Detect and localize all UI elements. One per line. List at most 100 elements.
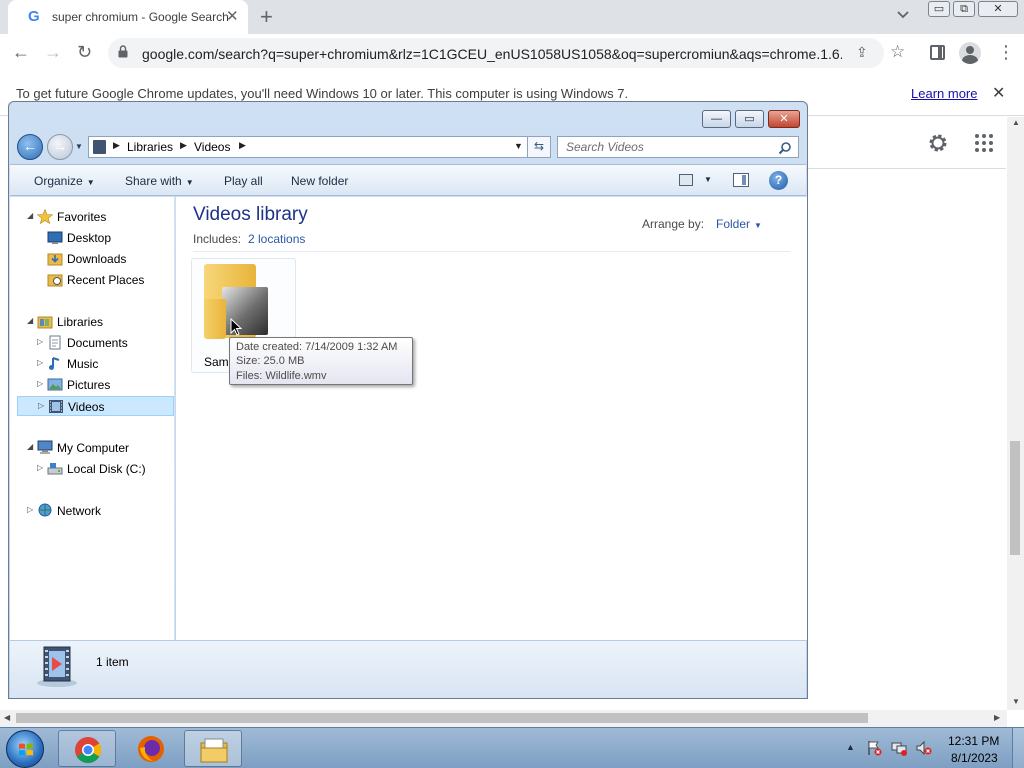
explorer-minimize-button[interactable]: — bbox=[702, 110, 731, 128]
learn-more-link[interactable]: Learn more bbox=[911, 86, 977, 101]
back-arrow-icon[interactable]: ← bbox=[12, 43, 30, 61]
start-button[interactable] bbox=[6, 730, 44, 768]
search-icon[interactable] bbox=[778, 141, 792, 155]
explorer-close-button[interactable]: ✕ bbox=[768, 110, 800, 128]
restore-window-button[interactable]: ⧉ bbox=[953, 1, 975, 17]
scroll-down-icon[interactable]: ▼ bbox=[1012, 697, 1020, 706]
explorer-title-bar[interactable]: — ▭ ✕ bbox=[9, 102, 807, 134]
play-all-button[interactable]: Play all bbox=[224, 174, 263, 188]
scroll-up-icon[interactable]: ▲ bbox=[1012, 118, 1020, 127]
nav-item-videos[interactable]: ▷ Videos bbox=[17, 396, 174, 416]
settings-gear-icon[interactable] bbox=[926, 131, 950, 155]
taskbar-clock-date[interactable]: 8/1/2023 bbox=[951, 751, 998, 765]
expand-arrow-icon[interactable]: ▷ bbox=[38, 401, 44, 410]
browser-tab[interactable]: G super chromium - Google Search ✕ bbox=[8, 0, 248, 34]
explorer-forward-button[interactable]: → bbox=[47, 134, 73, 160]
share-with-menu[interactable]: Share with ▼ bbox=[125, 174, 194, 188]
nav-item-music[interactable]: ▷ Music bbox=[10, 354, 175, 374]
tab-search-chevron-icon[interactable] bbox=[897, 9, 909, 21]
recent-pages-chevron-icon[interactable]: ▼ bbox=[75, 142, 83, 151]
details-pane: 1 item bbox=[10, 640, 806, 698]
breadcrumb-libraries[interactable]: Libraries bbox=[127, 140, 173, 154]
scroll-left-icon[interactable]: ◀ bbox=[4, 713, 10, 722]
taskbar-explorer-button[interactable] bbox=[184, 730, 242, 767]
address-bar[interactable]: google.com/search?q=super+chromium&rlz=1… bbox=[108, 38, 884, 68]
infobar-close-icon[interactable]: ✕ bbox=[992, 83, 1005, 103]
nav-item-libraries[interactable]: ◢ Libraries bbox=[10, 312, 175, 332]
expand-arrow-icon[interactable]: ▷ bbox=[37, 463, 43, 472]
scroll-right-icon[interactable]: ▶ bbox=[994, 713, 1000, 722]
volume-muted-icon[interactable] bbox=[916, 740, 932, 756]
window-controls: ▭ ⧉ ✕ bbox=[928, 0, 1020, 18]
hard-drive-icon bbox=[47, 461, 63, 476]
nav-item-recent-places[interactable]: Recent Places bbox=[10, 270, 175, 290]
nav-item-network[interactable]: ▷ Network bbox=[10, 501, 175, 521]
action-center-flag-icon[interactable] bbox=[866, 740, 882, 756]
nav-item-my-computer[interactable]: ◢ My Computer bbox=[10, 438, 175, 458]
collapse-arrow-icon[interactable]: ◢ bbox=[27, 442, 33, 451]
libraries-icon bbox=[37, 314, 53, 329]
nav-item-local-disk[interactable]: ▷ Local Disk (C:) bbox=[10, 459, 175, 479]
dropdown-arrow-icon: ▼ bbox=[86, 178, 95, 187]
explorer-address-bar[interactable]: ▶ Libraries ▶ Videos ▶ ▼ bbox=[88, 136, 551, 158]
taskbar-chrome-button[interactable] bbox=[58, 730, 116, 767]
expand-arrow-icon[interactable]: ▷ bbox=[37, 379, 43, 388]
show-hidden-icons-arrow-icon[interactable]: ▲ bbox=[846, 742, 855, 752]
page-horizontal-scrollbar[interactable]: ◀ ▶ bbox=[0, 710, 1007, 727]
forward-arrow-icon[interactable]: → bbox=[44, 43, 62, 61]
nav-item-downloads[interactable]: Downloads bbox=[10, 249, 175, 269]
new-tab-button[interactable]: + bbox=[260, 4, 273, 30]
infobar-message: To get future Google Chrome updates, you… bbox=[16, 86, 629, 101]
organize-menu[interactable]: Organize ▼ bbox=[34, 174, 95, 188]
share-icon[interactable]: ⇪ bbox=[856, 44, 868, 61]
view-options-chevron-icon[interactable]: ▼ bbox=[704, 175, 712, 184]
minimize-icon: ▭ bbox=[933, 3, 945, 15]
explorer-refresh-button[interactable]: ⇆ bbox=[527, 136, 551, 158]
nav-item-desktop[interactable]: Desktop bbox=[10, 228, 175, 248]
change-view-icon[interactable] bbox=[679, 174, 693, 186]
expand-arrow-icon[interactable]: ▷ bbox=[37, 337, 43, 346]
side-panel-icon[interactable] bbox=[930, 45, 945, 60]
collapse-arrow-icon[interactable]: ◢ bbox=[27, 316, 33, 325]
nav-item-favorites[interactable]: ◢ Favorites bbox=[10, 207, 175, 227]
breadcrumb-chevron-icon[interactable]: ▶ bbox=[239, 140, 246, 151]
dropdown-arrow-icon: ▼ bbox=[185, 178, 194, 187]
close-window-button[interactable]: ✕ bbox=[978, 1, 1018, 17]
explorer-maximize-button[interactable]: ▭ bbox=[735, 110, 764, 128]
scrollbar-thumb[interactable] bbox=[1010, 441, 1020, 555]
folder-front-icon bbox=[204, 299, 226, 339]
horizontal-scrollbar-thumb[interactable] bbox=[16, 713, 868, 723]
documents-icon bbox=[47, 335, 63, 350]
lock-icon[interactable] bbox=[118, 45, 128, 58]
breadcrumb-videos[interactable]: Videos bbox=[194, 140, 230, 154]
tab-close-icon[interactable]: ✕ bbox=[226, 7, 239, 25]
arrange-by-dropdown[interactable]: Folder ▼ bbox=[716, 217, 762, 231]
collapse-arrow-icon[interactable]: ◢ bbox=[27, 211, 33, 220]
taskbar-clock-time[interactable]: 12:31 PM bbox=[948, 734, 999, 748]
locations-link[interactable]: 2 locations bbox=[248, 232, 305, 246]
nav-item-pictures[interactable]: ▷ Pictures bbox=[10, 375, 175, 395]
url-text[interactable]: google.com/search?q=super+chromium&rlz=1… bbox=[142, 46, 842, 62]
explorer-address-row: ← → ▼ ▶ Libraries ▶ Videos ▶ ▼ ⇆ Search … bbox=[9, 134, 807, 164]
breadcrumb-chevron-icon[interactable]: ▶ bbox=[113, 140, 120, 151]
nav-item-documents[interactable]: ▷ Documents bbox=[10, 333, 175, 353]
taskbar-firefox-button[interactable] bbox=[122, 730, 180, 767]
explorer-back-button[interactable]: ← bbox=[17, 134, 43, 160]
bookmark-star-icon[interactable]: ☆ bbox=[890, 42, 905, 62]
page-vertical-scrollbar[interactable]: ▲ ▼ bbox=[1007, 117, 1024, 710]
preview-pane-icon[interactable] bbox=[733, 173, 749, 187]
new-folder-button[interactable]: New folder bbox=[291, 174, 348, 188]
google-apps-grid-icon[interactable] bbox=[974, 133, 994, 153]
show-desktop-button[interactable] bbox=[1012, 728, 1024, 768]
address-dropdown-icon[interactable]: ▼ bbox=[514, 141, 523, 151]
reload-icon[interactable]: ↻ bbox=[77, 43, 92, 61]
help-icon[interactable]: ? bbox=[769, 171, 788, 190]
expand-arrow-icon[interactable]: ▷ bbox=[27, 505, 33, 514]
minimize-window-button[interactable]: ▭ bbox=[928, 1, 950, 17]
breadcrumb-chevron-icon[interactable]: ▶ bbox=[180, 140, 187, 151]
profile-avatar-icon[interactable] bbox=[959, 42, 981, 64]
chrome-menu-icon[interactable]: ⋮ bbox=[997, 43, 1015, 61]
network-status-icon[interactable] bbox=[891, 740, 907, 756]
explorer-search-box[interactable]: Search Videos bbox=[557, 136, 799, 158]
expand-arrow-icon[interactable]: ▷ bbox=[37, 358, 43, 367]
